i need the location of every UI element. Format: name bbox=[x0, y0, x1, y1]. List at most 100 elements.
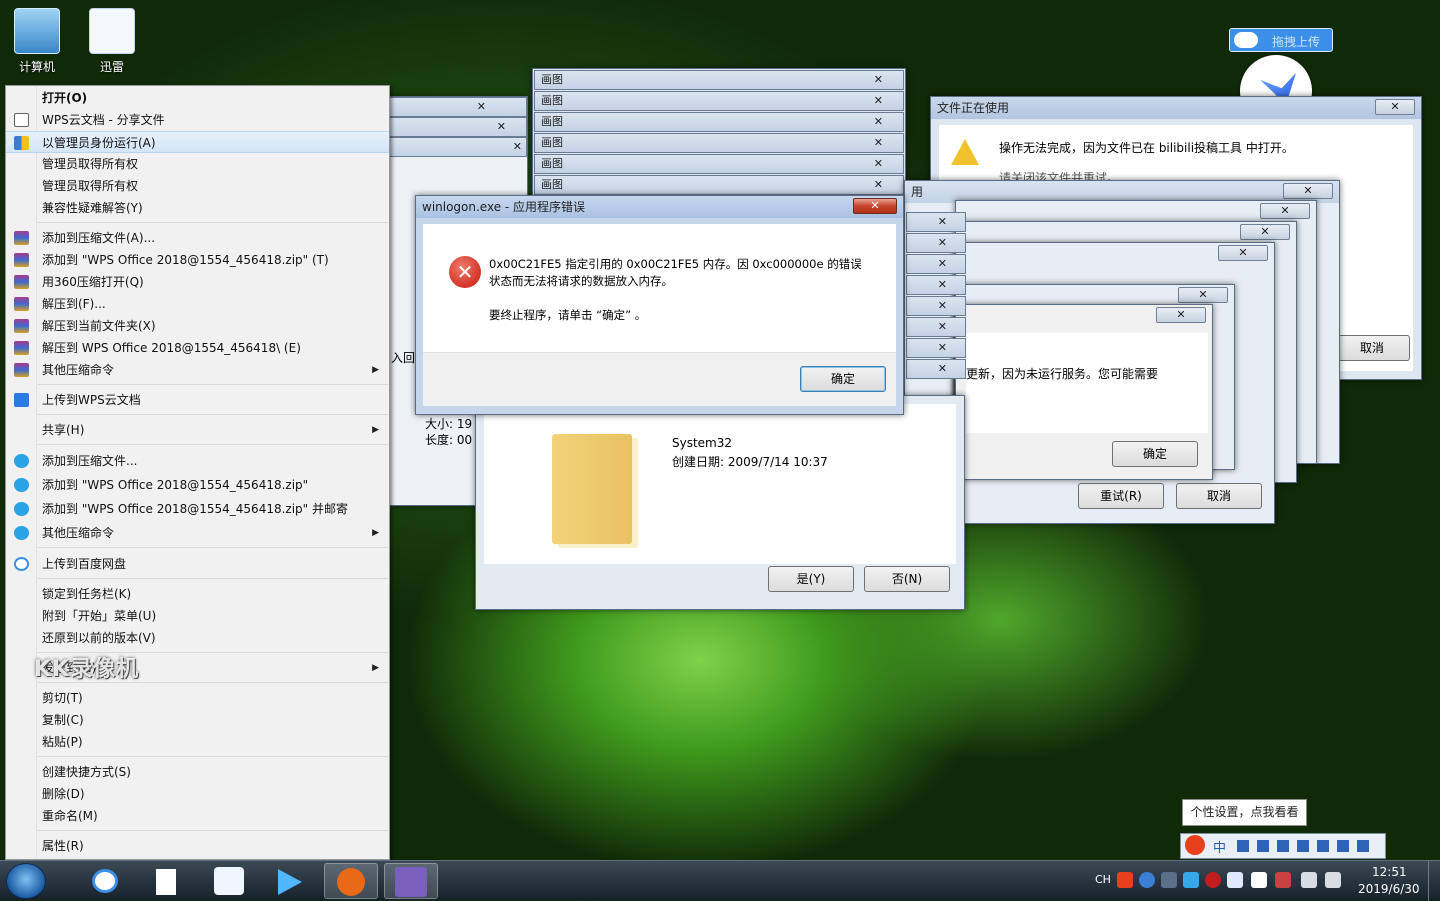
menu-item-bandizip-more[interactable]: 其他压缩命令 ▶ bbox=[6, 522, 389, 544]
close-button[interactable]: ✕ bbox=[1283, 183, 1333, 199]
close-button[interactable]: ✕ bbox=[938, 297, 947, 315]
close-button[interactable]: ✕ bbox=[938, 213, 947, 231]
error-titlebar[interactable]: winlogon.exe - 应用程序错误 bbox=[416, 196, 903, 218]
menu-item-extract-here[interactable]: 解压到当前文件夹(X) bbox=[6, 315, 389, 337]
close-button[interactable]: ✕ bbox=[1178, 287, 1228, 303]
upload-widget[interactable]: 拖拽上传 bbox=[1229, 28, 1333, 52]
mini-window-bar[interactable]: ✕ bbox=[906, 296, 966, 316]
menu-item-copy[interactable]: 复制(C) bbox=[6, 709, 389, 731]
close-button[interactable]: ✕ bbox=[938, 339, 947, 357]
cancel-button[interactable]: 取消 bbox=[1334, 335, 1410, 361]
record-tray-icon[interactable] bbox=[1205, 872, 1221, 888]
desktop-icon-xunlei[interactable]: 迅雷 bbox=[77, 8, 147, 75]
menu-item-pin-taskbar[interactable]: 锁定到任务栏(K) bbox=[6, 583, 389, 605]
yes-button[interactable]: 是(Y) bbox=[768, 566, 854, 592]
paint-titlebar[interactable]: 画图 ✕ bbox=[534, 112, 904, 132]
menu-item-open[interactable]: 打开(O) bbox=[6, 87, 389, 109]
menu-item-delete[interactable]: 删除(D) bbox=[6, 783, 389, 805]
close-button[interactable]: ✕ bbox=[938, 255, 947, 273]
menu-item-create-shortcut[interactable]: 创建快捷方式(S) bbox=[6, 761, 389, 783]
ime-tip[interactable]: 个性设置，点我看看 bbox=[1182, 799, 1307, 826]
mini-window-bar[interactable]: ✕ bbox=[906, 254, 966, 274]
taskbar-app-active-1[interactable] bbox=[324, 863, 378, 899]
baidu-tray-icon[interactable] bbox=[1251, 872, 1267, 888]
menu-item-more-compress[interactable]: 其他压缩命令 ▶ bbox=[6, 359, 389, 381]
menu-item-cut[interactable]: 剪切(T) bbox=[6, 687, 389, 709]
taskbar-app-xunlei[interactable] bbox=[202, 863, 256, 899]
start-button[interactable] bbox=[6, 863, 46, 899]
mini-window-bar[interactable]: ✕ bbox=[906, 317, 966, 337]
menu-item-properties[interactable]: 属性(R) bbox=[6, 835, 389, 857]
menu-item-share[interactable]: 共享(H) ▶ bbox=[6, 419, 389, 441]
menu-item-rename[interactable]: 重命名(M) bbox=[6, 805, 389, 827]
menu-item-take-ownership-2[interactable]: 管理员取得所有权 bbox=[6, 175, 389, 197]
menu-item-compat[interactable]: 兼容性疑难解答(Y) bbox=[6, 197, 389, 219]
close-button[interactable]: ✕ bbox=[874, 113, 883, 131]
close-button[interactable]: ✕ bbox=[1218, 245, 1268, 261]
network-tray-icon[interactable] bbox=[1161, 872, 1177, 888]
ok-button[interactable]: 确定 bbox=[1112, 441, 1198, 467]
volume-icon[interactable] bbox=[1325, 872, 1341, 888]
menu-item-baidu-upload[interactable]: 上传到百度网盘 bbox=[6, 553, 389, 575]
menu-item-extract-to[interactable]: 解压到(F)... bbox=[6, 293, 389, 315]
close-button[interactable]: ✕ bbox=[1260, 203, 1310, 219]
mini-window-bar[interactable]: ✕ bbox=[906, 275, 966, 295]
lang-indicator[interactable]: CH bbox=[1095, 873, 1111, 886]
retry-button[interactable]: 重试(R) bbox=[1078, 483, 1164, 509]
close-button[interactable]: ✕ bbox=[1375, 99, 1415, 115]
service-dialog[interactable]: ✕ 更新，因为未运行服务。您可能需要 确定 bbox=[955, 304, 1213, 480]
close-button[interactable]: ✕ bbox=[874, 155, 883, 173]
mini-window-bar[interactable]: ✕ bbox=[906, 338, 966, 358]
player-tray-icon[interactable] bbox=[1183, 872, 1199, 888]
menu-item-upload-wps[interactable]: 上传到WPS云文档 bbox=[6, 389, 389, 411]
close-button[interactable]: ✕ bbox=[938, 276, 947, 294]
no-button[interactable]: 否(N) bbox=[864, 566, 950, 592]
menu-item-take-ownership[interactable]: 管理员取得所有权 bbox=[6, 153, 389, 175]
close-button[interactable]: ✕ bbox=[513, 138, 522, 156]
paint-titlebar[interactable]: 画图 ✕ bbox=[534, 70, 904, 90]
close-button[interactable]: ✕ bbox=[874, 92, 883, 110]
error-dialog[interactable]: winlogon.exe - 应用程序错误 ✕ ✕ 0x00C21FE5 指定引… bbox=[415, 195, 904, 415]
menu-item-add-archive[interactable]: 添加到压缩文件(A)... bbox=[6, 227, 389, 249]
close-button[interactable]: ✕ bbox=[938, 318, 947, 336]
menu-item-paste[interactable]: 粘贴(P) bbox=[6, 731, 389, 753]
desktop-icon-computer[interactable]: 计算机 bbox=[2, 8, 72, 75]
close-button[interactable]: ✕ bbox=[497, 118, 506, 136]
ime-lang[interactable]: 中 bbox=[1213, 837, 1226, 856]
mini-window-bar[interactable]: ✕ bbox=[906, 233, 966, 253]
ok-button[interactable]: 确定 bbox=[800, 366, 886, 392]
close-button[interactable]: ✕ bbox=[477, 98, 486, 116]
menu-item-bandizip-add[interactable]: 添加到压缩文件... bbox=[6, 450, 389, 472]
menu-item-bandizip-add-mail[interactable]: 添加到 "WPS Office 2018@1554_456418.zip" 并邮… bbox=[6, 498, 389, 520]
mini-window-bar[interactable]: ✕ bbox=[906, 212, 966, 232]
menu-item-bandizip-add-zip[interactable]: 添加到 "WPS Office 2018@1554_456418.zip" bbox=[6, 474, 389, 496]
show-desktop-button[interactable] bbox=[1428, 861, 1440, 901]
help-icon[interactable] bbox=[1139, 872, 1155, 888]
taskbar-app-baidu[interactable] bbox=[78, 863, 132, 899]
cancel-button[interactable]: 取消 bbox=[1176, 483, 1262, 509]
xunlei-tray-icon[interactable] bbox=[1227, 872, 1243, 888]
sogou-tray-icon[interactable] bbox=[1117, 872, 1133, 888]
close-button[interactable]: ✕ bbox=[874, 176, 883, 194]
file-dialog[interactable]: System32 创建日期: 2009/7/14 10:37 是(Y) 否(N) bbox=[475, 395, 965, 610]
paint-titlebar[interactable]: 画图 ✕ bbox=[534, 175, 904, 195]
close-button[interactable]: ✕ bbox=[874, 134, 883, 152]
close-button[interactable]: ✕ bbox=[874, 71, 883, 89]
menu-item-pin-start[interactable]: 附到「开始」菜单(U) bbox=[6, 605, 389, 627]
taskbar-app-active-2[interactable] bbox=[384, 863, 438, 899]
ime-toolbar-icons[interactable] bbox=[1237, 840, 1377, 852]
menu-item-restore[interactable]: 还原到以前的版本(V) bbox=[6, 627, 389, 649]
menu-item-run-as-admin[interactable]: 以管理员身份运行(A) bbox=[6, 131, 389, 153]
speaker-red-icon[interactable] bbox=[1275, 872, 1291, 888]
close-button[interactable]: ✕ bbox=[1240, 224, 1290, 240]
paint-titlebar[interactable]: 画图 ✕ bbox=[534, 91, 904, 111]
paint-titlebar[interactable]: 画图 ✕ bbox=[534, 154, 904, 174]
close-button[interactable]: ✕ bbox=[938, 360, 947, 378]
paint-titlebar[interactable]: 画图 ✕ bbox=[534, 133, 904, 153]
close-button[interactable]: ✕ bbox=[853, 198, 897, 214]
clock-time[interactable]: 12:51 bbox=[1372, 865, 1407, 879]
network-icon[interactable] bbox=[1301, 872, 1317, 888]
taskbar-app-player[interactable] bbox=[264, 863, 318, 899]
taskbar-app-file[interactable] bbox=[140, 863, 194, 899]
menu-item-wps-share[interactable]: WPS云文档 - 分享文件 bbox=[6, 109, 389, 131]
